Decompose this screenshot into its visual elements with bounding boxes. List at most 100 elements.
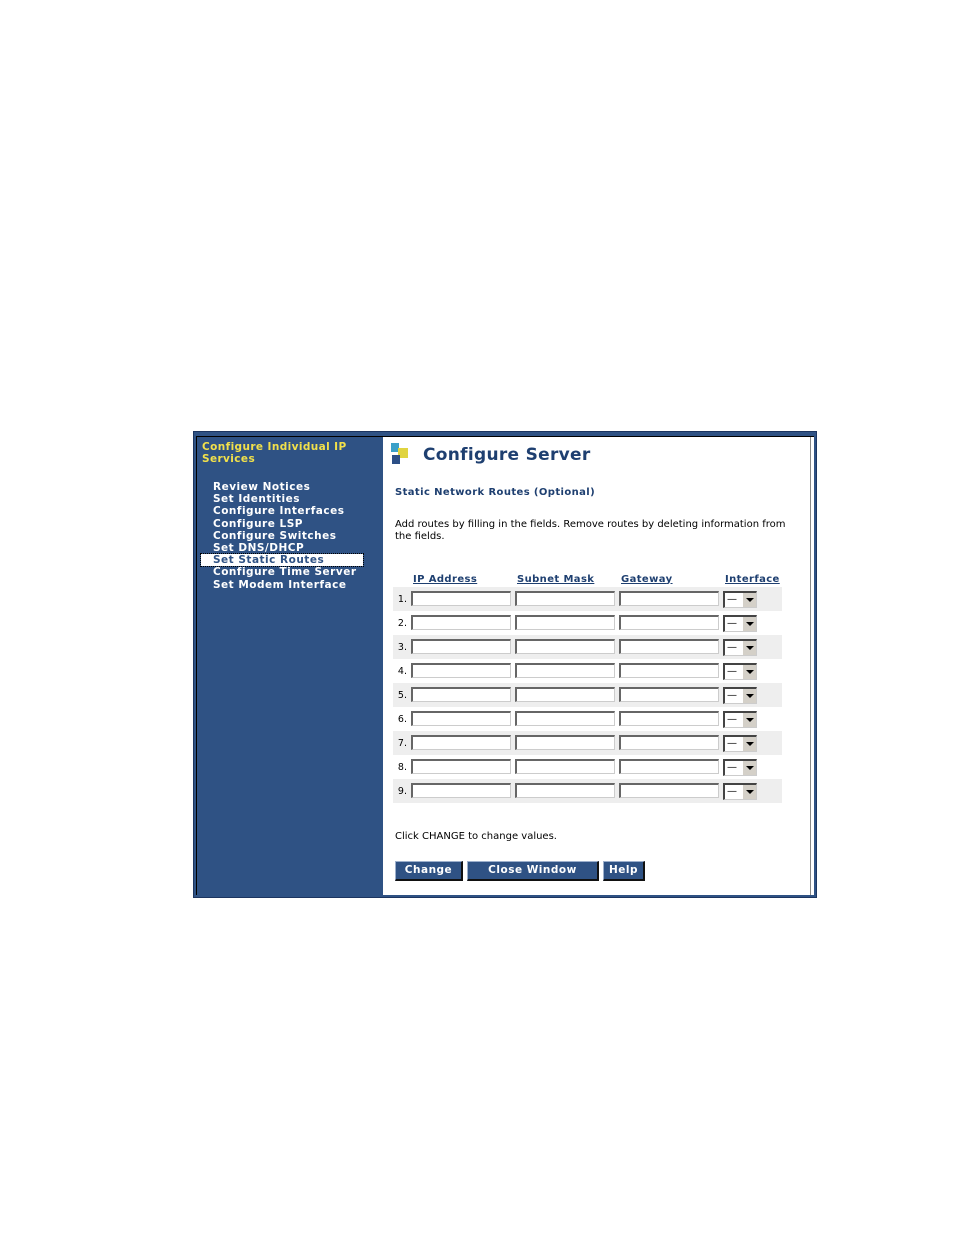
subnet-mask-input[interactable] — [515, 615, 615, 631]
help-button[interactable]: Help — [603, 861, 645, 881]
interface-value: — — [727, 689, 737, 701]
row-number: 7. — [393, 731, 409, 755]
sidebar-item-review-notices[interactable]: Review Notices — [201, 481, 363, 493]
sidebar-item-set-identities[interactable]: Set Identities — [201, 493, 363, 505]
close-window-button[interactable]: Close Window — [467, 861, 599, 881]
subnet-mask-input[interactable] — [515, 663, 615, 679]
sidebar: Configure Individual IP Services Review … — [197, 437, 383, 895]
window-body: Configure Individual IP Services Review … — [196, 436, 814, 895]
row-number: 5. — [393, 683, 409, 707]
chevron-down-icon[interactable] — [742, 688, 756, 703]
gateway-input[interactable] — [619, 639, 719, 655]
logo-icon — [391, 443, 411, 465]
table-row: 7. — — [393, 731, 782, 755]
ip-address-input[interactable] — [411, 759, 511, 775]
col-subnet-mask: Subnet Mask — [517, 573, 595, 585]
row-number: 6. — [397, 713, 407, 725]
interface-select[interactable]: — — [723, 782, 757, 800]
col-interface: Interface — [725, 573, 780, 585]
row-number: 4. — [397, 665, 407, 677]
interface-select[interactable]: — — [723, 614, 757, 632]
interface-value: — — [727, 761, 737, 773]
static-routes-table: IP Address Subnet Mask Gateway Interface… — [393, 573, 782, 803]
sidebar-item-set-static-routes[interactable]: Set Static Routes — [200, 553, 364, 568]
ip-address-input[interactable] — [411, 783, 511, 799]
configure-server-window: Configure Individual IP Services Review … — [193, 431, 817, 898]
sidebar-item-set-dns-dhcp[interactable]: Set DNS/DHCP — [201, 542, 363, 554]
row-number: 8. — [397, 761, 407, 773]
subnet-mask-input[interactable] — [515, 591, 615, 607]
chevron-down-icon[interactable] — [742, 712, 756, 727]
table-row: 4. — — [393, 659, 782, 683]
ip-address-input[interactable] — [411, 711, 511, 727]
col-ip-address: IP Address — [413, 573, 478, 585]
interface-value: — — [727, 737, 737, 749]
ip-address-input[interactable] — [411, 615, 511, 631]
ip-address-input[interactable] — [411, 735, 511, 751]
change-button[interactable]: Change — [395, 861, 463, 881]
chevron-down-icon[interactable] — [742, 784, 756, 799]
subnet-mask-input[interactable] — [515, 783, 615, 799]
interface-value: — — [727, 641, 737, 653]
chevron-down-icon[interactable] — [742, 640, 756, 655]
row-number: 2. — [397, 617, 407, 629]
ip-address-input[interactable] — [411, 687, 511, 703]
subnet-mask-input[interactable] — [515, 759, 615, 775]
col-gateway: Gateway — [621, 573, 673, 585]
chevron-down-icon[interactable] — [742, 592, 756, 607]
col-num — [393, 573, 409, 587]
subnet-mask-input[interactable] — [515, 711, 615, 727]
gateway-input[interactable] — [619, 663, 719, 679]
interface-value: — — [727, 665, 737, 677]
gateway-input[interactable] — [619, 615, 719, 631]
chevron-down-icon[interactable] — [742, 664, 756, 679]
gateway-input[interactable] — [619, 759, 719, 775]
subnet-mask-input[interactable] — [515, 687, 615, 703]
interface-select[interactable]: — — [723, 686, 757, 704]
scrollbar[interactable] — [810, 437, 814, 895]
chevron-down-icon[interactable] — [742, 760, 756, 775]
gateway-input[interactable] — [619, 591, 719, 607]
interface-value: — — [727, 593, 737, 605]
instruction-note: Click CHANGE to change values. — [395, 831, 557, 842]
table-row: 9. — — [393, 779, 782, 803]
gateway-input[interactable] — [619, 711, 719, 727]
table-row: 1. — — [393, 587, 782, 611]
row-number: 3. — [393, 635, 409, 659]
chevron-down-icon[interactable] — [742, 736, 756, 751]
gateway-input[interactable] — [619, 735, 719, 751]
sidebar-item-configure-interfaces[interactable]: Configure Interfaces — [201, 505, 363, 517]
gateway-input[interactable] — [619, 783, 719, 799]
row-number: 1. — [393, 587, 409, 611]
chevron-down-icon[interactable] — [742, 616, 756, 631]
interface-select[interactable]: — — [723, 590, 757, 608]
row-number: 9. — [393, 779, 409, 803]
table-row: 2. — — [393, 611, 782, 635]
sidebar-nav: Review Notices Set Identities Configure In… — [200, 481, 364, 591]
interface-value: — — [727, 785, 737, 797]
ip-address-input[interactable] — [411, 663, 511, 679]
interface-select[interactable]: — — [723, 638, 757, 656]
subnet-mask-input[interactable] — [515, 639, 615, 655]
main-content: Configure Server Static Network Routes (… — [383, 437, 814, 895]
ip-address-input[interactable] — [411, 591, 511, 607]
sidebar-item-configure-lsp[interactable]: Configure LSP — [201, 518, 363, 530]
interface-select[interactable]: — — [723, 662, 757, 680]
subnet-mask-input[interactable] — [515, 735, 615, 751]
table-header-row: IP Address Subnet Mask Gateway Interface — [393, 573, 782, 587]
sidebar-item-configure-switches[interactable]: Configure Switches — [201, 530, 363, 542]
table-row: 8. — — [393, 755, 782, 779]
section-title: Static Network Routes (Optional) — [395, 487, 596, 498]
ip-address-input[interactable] — [411, 639, 511, 655]
gateway-input[interactable] — [619, 687, 719, 703]
interface-select[interactable]: — — [723, 758, 757, 776]
sidebar-item-set-modem-interface[interactable]: Set Modem Interface — [201, 579, 363, 591]
table-row: 3. — — [393, 635, 782, 659]
interface-select[interactable]: — — [723, 734, 757, 752]
sidebar-item-configure-time-server[interactable]: Configure Time Server — [201, 566, 363, 578]
interface-value: — — [727, 713, 737, 725]
interface-value: — — [727, 617, 737, 629]
table-row: 6. — — [393, 707, 782, 731]
interface-select[interactable]: — — [723, 710, 757, 728]
description-text: Add routes by filling in the fields. Rem… — [395, 519, 786, 542]
